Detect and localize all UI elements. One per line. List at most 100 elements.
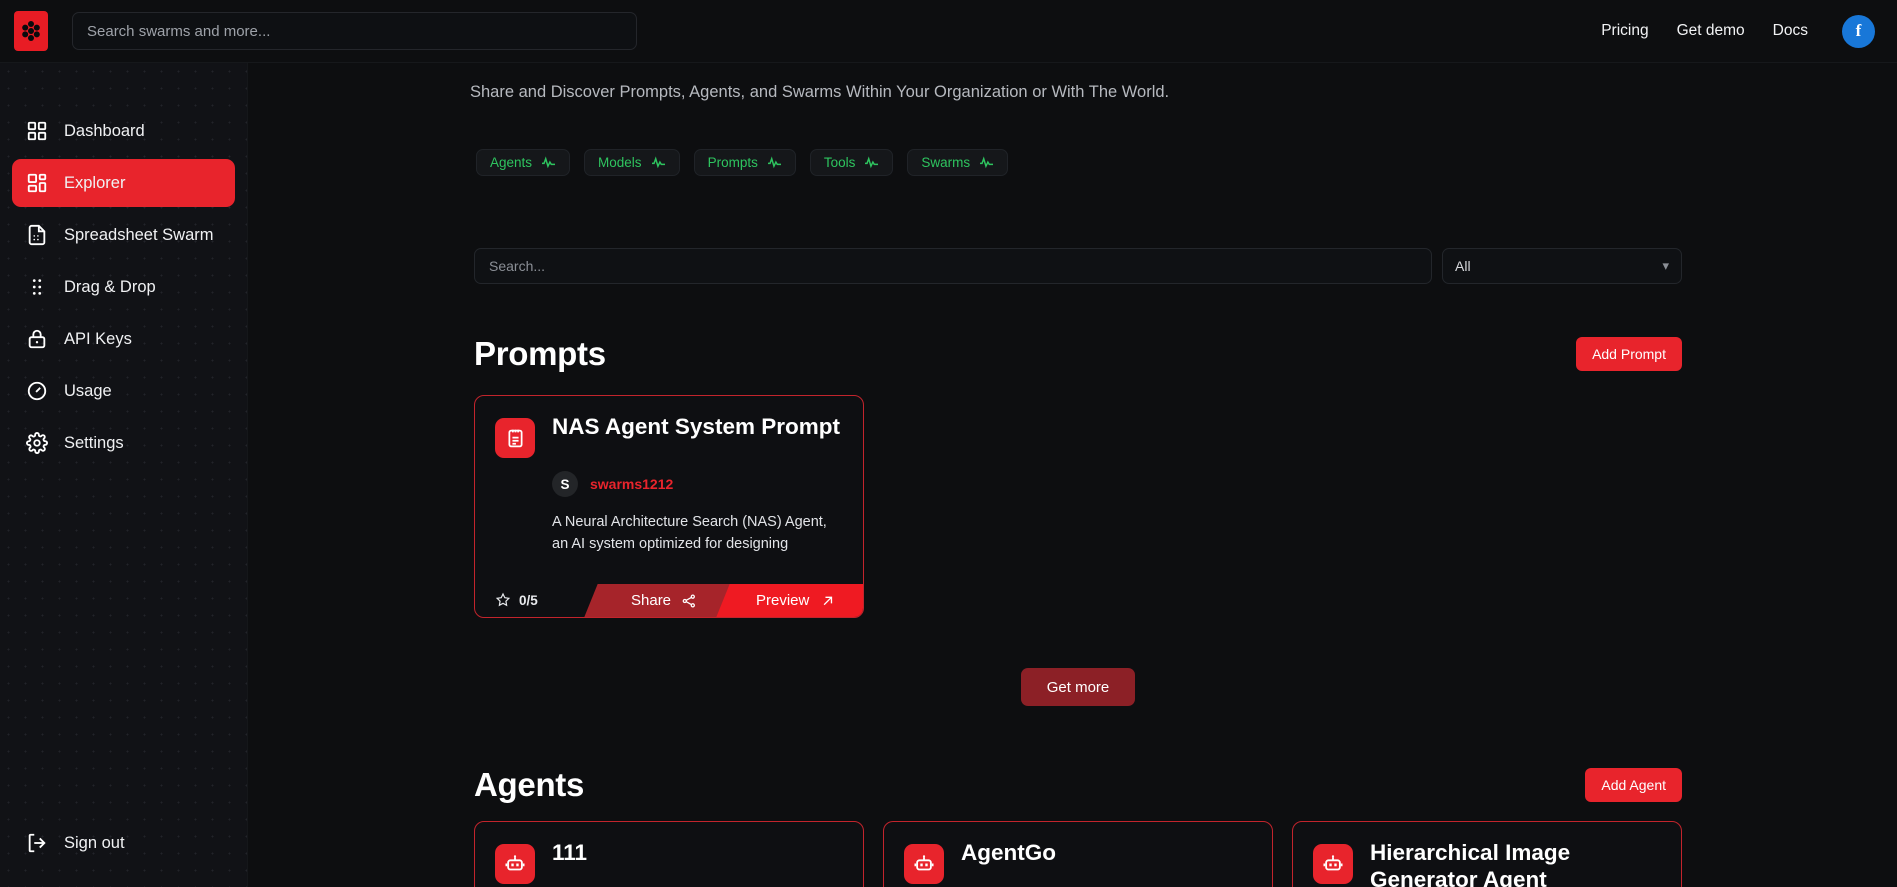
- filter-selected-value: All: [1455, 258, 1471, 274]
- page-title: Agents: [474, 766, 585, 803]
- agent-card[interactable]: AgentGo M Makor Agent-Based Code Generat…: [883, 821, 1273, 887]
- sign-out-label: Sign out: [64, 833, 125, 852]
- log-out-icon: [28, 833, 46, 853]
- agents-section-header: Agents Add Agent: [474, 766, 1682, 804]
- tab-label: Swarms: [921, 155, 971, 170]
- sidebar-item-api-keys[interactable]: API Keys: [12, 315, 235, 363]
- category-filter-select[interactable]: All ▾: [1442, 248, 1682, 284]
- filter-row: All ▾: [474, 248, 1682, 284]
- add-prompt-button[interactable]: Add Prompt: [1576, 337, 1682, 371]
- agent-card[interactable]: Hierarchical Image Generator Agent S swa…: [1292, 821, 1682, 887]
- agent-card-top: Hierarchical Image Generator Agent: [1313, 840, 1661, 887]
- page-subtitle: Share and Discover Prompts, Agents, and …: [470, 83, 1170, 101]
- agent-card-title: 111: [552, 840, 588, 865]
- agent-card-title: AgentGo: [961, 840, 1056, 865]
- nav-pricing[interactable]: Pricing: [1601, 22, 1648, 40]
- star-icon: [495, 592, 511, 607]
- sidebar-item-settings[interactable]: Settings: [12, 419, 235, 467]
- rating-value: 0/5: [519, 592, 538, 608]
- grip-dots-icon: [32, 279, 42, 295]
- get-more-wrapper: Get more: [474, 668, 1682, 706]
- tab-swarms[interactable]: Swarms: [907, 149, 1009, 176]
- sidebar-item-label: Spreadsheet Swarm: [64, 225, 214, 244]
- page-title: Prompts: [474, 335, 606, 372]
- arrow-up-right-icon: [823, 595, 833, 605]
- file-spreadsheet-icon: [28, 224, 46, 246]
- agent-card[interactable]: 111 f aaa1212 222: [474, 821, 864, 887]
- explorer-search-input[interactable]: [474, 248, 1432, 284]
- tab-prompts[interactable]: Prompts: [693, 149, 796, 176]
- sidebar-item-label: Usage: [64, 381, 112, 400]
- tab-label: Agents: [490, 155, 533, 170]
- tab-models[interactable]: Models: [584, 149, 680, 176]
- prompt-card[interactable]: NAS Agent System Prompt S swarms1212 A N…: [474, 395, 864, 618]
- prompt-card-author: S swarms1212: [552, 471, 843, 497]
- sidebar-item-dashboard[interactable]: Dashboard: [12, 107, 235, 155]
- tab-label: Models: [598, 155, 642, 170]
- activity-pulse-icon: [767, 156, 781, 169]
- swarms-flower-logo-icon[interactable]: [14, 11, 48, 51]
- sidebar-nav-list: Dashboard Explorer Spreadsheet Swarm Dra…: [0, 63, 247, 467]
- activity-pulse-icon: [980, 156, 994, 169]
- robot-icon: [904, 844, 944, 884]
- top-header: Pricing Get demo Docs f: [0, 0, 1897, 63]
- share-nodes-icon: [682, 593, 696, 607]
- sidebar-item-explorer[interactable]: Explorer: [12, 159, 235, 207]
- prompt-card-title: NAS Agent System Prompt: [552, 414, 840, 439]
- agent-card-body: 111 f aaa1212 222: [475, 822, 863, 887]
- grid-icon: [27, 121, 47, 141]
- agent-card-top: AgentGo: [904, 840, 1252, 884]
- layout-dashboard-icon: [27, 173, 47, 193]
- sidebar-item-label: Drag & Drop: [64, 277, 156, 296]
- agent-card-top: 111: [495, 840, 843, 884]
- nav-docs[interactable]: Docs: [1773, 22, 1808, 40]
- main-content: Share and Discover Prompts, Agents, and …: [248, 63, 1897, 887]
- global-search-input[interactable]: [72, 12, 637, 50]
- preview-button[interactable]: Preview: [716, 583, 863, 617]
- agents-card-grid: 111 f aaa1212 222: [474, 821, 1682, 887]
- sidebar-item-label: Explorer: [64, 173, 126, 192]
- robot-icon: [495, 844, 535, 884]
- sidebar-item-label: Settings: [64, 433, 124, 452]
- prompt-card-top: NAS Agent System Prompt: [495, 414, 843, 458]
- nav-get-demo[interactable]: Get demo: [1677, 22, 1745, 40]
- tab-label: Prompts: [707, 155, 758, 170]
- username-link[interactable]: swarms1212: [590, 476, 673, 492]
- prompt-card-footer: 0/5 Share Preview: [475, 583, 863, 617]
- activity-pulse-icon: [865, 156, 879, 169]
- avatar: S: [552, 471, 578, 497]
- user-avatar[interactable]: f: [1842, 14, 1875, 48]
- preview-label: Preview: [756, 591, 810, 609]
- tab-label: Tools: [823, 155, 856, 170]
- activity-pulse-icon: [651, 156, 665, 169]
- gear-icon: [26, 432, 48, 454]
- sidebar-item-drag-and-drop[interactable]: Drag & Drop: [12, 263, 235, 311]
- tab-tools[interactable]: Tools: [809, 149, 894, 176]
- prompts-section-header: Prompts Add Prompt: [474, 335, 1682, 373]
- clipboard-notepad-icon: [495, 418, 535, 458]
- robot-icon: [1313, 844, 1353, 884]
- signout-wrapper: Sign out: [0, 821, 247, 887]
- tab-agents[interactable]: Agents: [476, 149, 571, 176]
- sidebar-item-label: Dashboard: [64, 121, 145, 140]
- sidebar-item-label: API Keys: [64, 329, 132, 348]
- header-nav: Pricing Get demo Docs f: [1601, 0, 1897, 62]
- share-label: Share: [630, 591, 672, 609]
- prompt-card-description: A Neural Architecture Search (NAS) Agent…: [552, 514, 827, 552]
- prompts-card-grid: NAS Agent System Prompt S swarms1212 A N…: [474, 395, 1682, 618]
- agent-card-title: Hierarchical Image Generator Agent: [1370, 840, 1571, 887]
- agent-card-body: AgentGo M Makor Agent-Based Code Generat…: [884, 822, 1272, 887]
- add-agent-button[interactable]: Add Agent: [1585, 768, 1682, 802]
- gauge-icon: [27, 381, 47, 401]
- sidebar-item-usage[interactable]: Usage: [12, 367, 235, 415]
- chevron-down-icon: ▾: [1662, 258, 1669, 273]
- agent-card-body: Hierarchical Image Generator Agent S swa…: [1293, 822, 1681, 887]
- activity-pulse-icon: [542, 156, 556, 169]
- sign-out-button[interactable]: Sign out: [12, 821, 235, 865]
- category-tabs: Agents Models Prompts Tools Swarms: [476, 149, 1009, 176]
- lock-icon: [28, 329, 46, 349]
- sidebar-item-spreadsheet-swarm[interactable]: Spreadsheet Swarm: [12, 211, 235, 259]
- get-more-button[interactable]: Get more: [1020, 668, 1136, 706]
- prompt-card-body: NAS Agent System Prompt S swarms1212 A N…: [475, 396, 863, 570]
- sidebar: Dashboard Explorer Spreadsheet Swarm Dra…: [0, 63, 248, 887]
